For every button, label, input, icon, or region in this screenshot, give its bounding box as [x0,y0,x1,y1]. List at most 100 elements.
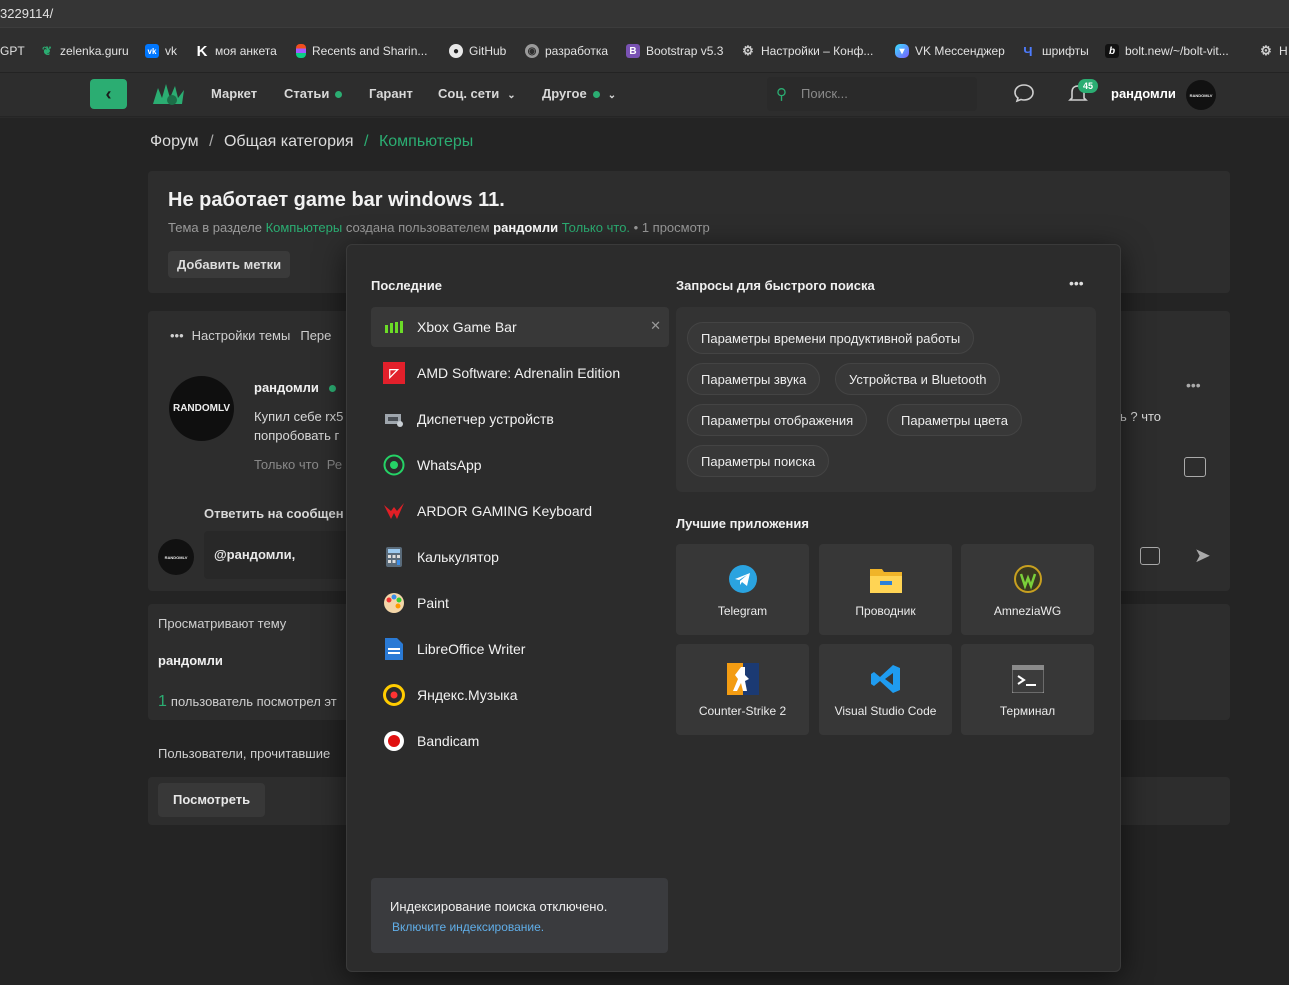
quick-chip-display[interactable]: Параметры отображения [687,404,868,436]
recent-item-amd[interactable]: ◸ AMD Software: Adrenalin Edition [371,353,669,393]
bookmark-label: Настройки – Конф... [761,44,874,58]
nav-articles[interactable]: Статьи [284,86,343,101]
more-options-icon[interactable]: ••• [1069,275,1084,291]
app-tile-cs2[interactable]: Counter-Strike 2 [676,644,809,735]
quote-icon[interactable] [1184,457,1206,477]
breadcrumb-separator: / [209,133,214,150]
recent-item-yandex-music[interactable]: Яндекс.Музыка [371,675,669,715]
view-readers-button[interactable]: Посмотреть [158,783,266,817]
avatar[interactable]: RANDOMLV [1186,80,1216,110]
breadcrumb-general[interactable]: Общая категория [224,133,354,150]
post-more-icon[interactable]: ••• [1186,377,1201,393]
search-input[interactable]: Поиск... [801,86,848,101]
paint-icon [383,592,405,614]
viewer-count: 1 пользователь посмотрел эт [158,693,337,711]
nav-social[interactable]: Соц. сети ⌄ [438,86,516,101]
gear-icon: ⚙ [1260,43,1272,58]
bookmark-bolt[interactable]: b bolt.new/~/bolt-vit... [1105,42,1229,60]
meta-user-link[interactable]: рандомли [493,220,558,235]
bookmark-anketa[interactable]: Kмоя анкета [195,42,277,60]
bookmarks-bar: GPT ❦ zelenka.guru vk vk Kмоя анкета Recen… [0,27,1289,73]
recent-item-xbox-game-bar[interactable]: Xbox Game Bar ✕ [371,307,669,347]
indexing-text: Индексирование поиска отключено. [390,899,608,914]
recent-item-whatsapp[interactable]: WhatsApp [371,445,669,485]
bookmark-figma[interactable]: Recents and Sharin... [296,42,427,60]
recent-label: Xbox Game Bar [417,319,517,335]
viewer-user[interactable]: рандомли [158,653,223,668]
terminal-icon [1011,663,1044,695]
site-logo[interactable] [150,78,188,110]
url-text: 3229114/ [0,6,54,21]
close-icon[interactable]: ✕ [650,318,661,334]
bandicam-icon [383,730,405,752]
ardor-icon [383,500,405,522]
thread-settings[interactable]: ••• Настройки темы Пере [170,328,331,343]
quick-chip-sound[interactable]: Параметры звука [687,363,821,395]
bookmark-label: Н [1279,44,1288,58]
recent-label: ARDOR GAMING Keyboard [417,503,593,519]
recent-item-libreoffice-writer[interactable]: LibreOffice Writer [371,629,669,669]
tile-label: AmneziaWG [993,604,1062,618]
quick-chip-search[interactable]: Параметры поиска [687,445,830,477]
recent-label: LibreOffice Writer [417,641,526,657]
reply-label: Ответить на сообщен [204,506,344,521]
bookmark-zelenka[interactable]: ❦ zelenka.guru [40,42,129,60]
nav-other[interactable]: Другое ⌄ [542,86,616,101]
author-avatar[interactable]: RANDOMLV [169,376,234,441]
app-tile-amneziawg[interactable]: AmneziaWG [961,544,1094,635]
device-manager-icon [383,408,405,430]
bookmark-vk-messenger[interactable]: ▾ VK Мессенджер [895,42,1005,60]
app-tile-explorer[interactable]: Проводник [819,544,952,635]
bookmark-razrabotka[interactable]: ◉ разработка [525,42,608,60]
breadcrumb-separator: / [364,133,369,150]
bookmark-gpt[interactable]: GPT [0,42,25,60]
address-bar[interactable]: 3229114/ [0,0,1289,27]
app-tile-telegram[interactable]: Telegram [676,544,809,635]
send-icon[interactable]: ➤ [1194,543,1211,568]
settings-label: Настройки темы [191,328,291,343]
back-button[interactable]: ‹ [90,79,127,109]
indexing-notice: Индексирование поиска отключено. Включит… [371,878,668,953]
recent-item-paint[interactable]: Paint [371,583,669,623]
nav-garant[interactable]: Гарант [369,86,413,101]
bookmark-settings-conf[interactable]: ⚙ Настройки – Конф... [741,42,873,60]
nav-market[interactable]: Маркет [211,86,257,101]
breadcrumb: Форум / Общая категория / Компьютеры [150,133,473,151]
bookmark-bootstrap[interactable]: B Bootstrap v5.3 [626,42,723,60]
bookmark-vk[interactable]: vk vk [145,42,177,60]
chevron-down-icon: ⌄ [507,90,516,101]
quick-search-panel: Параметры времени продуктивной работы Па… [676,307,1096,492]
count-text: пользователь посмотрел эт [170,694,337,709]
search-box[interactable]: ⚲ Поиск... [767,77,977,111]
bookmark-github[interactable]: ● GitHub [449,42,506,60]
meta-views: • 1 просмотр [633,220,710,235]
app-tile-terminal[interactable]: Терминал [961,644,1094,735]
vk-icon: vk [145,44,159,58]
quick-chip-color[interactable]: Параметры цвета [887,404,1022,436]
recent-item-calculator[interactable]: Калькулятор [371,537,669,577]
bookmark-fonts[interactable]: Чшрифты [1020,42,1088,60]
chat-icon[interactable] [1013,83,1037,105]
recent-item-ardor[interactable]: ARDOR GAMING Keyboard [371,491,669,531]
breadcrumb-forum[interactable]: Форум [150,133,199,150]
breadcrumb-computers[interactable]: Компьютеры [379,133,473,150]
post-author[interactable]: рандомли [254,380,336,395]
recent-item-device-manager[interactable]: Диспетчер устройств [371,399,669,439]
bookmark-more[interactable]: ⚙ Н [1259,42,1288,60]
quick-chip-productivity[interactable]: Параметры времени продуктивной работы [687,322,975,354]
fonts-icon: Ч [1023,43,1033,59]
enable-indexing-link[interactable]: Включите индексирование. [392,920,544,934]
quick-chip-bluetooth[interactable]: Устройства и Bluetooth [835,363,1001,395]
image-icon[interactable] [1140,547,1160,565]
recent-item-bandicam[interactable]: Bandicam [371,721,669,761]
meta-section-link[interactable]: Компьютеры [266,220,343,235]
bookmark-label: GPT [0,44,25,58]
add-tags-button[interactable]: Добавить метки [168,251,291,278]
app-tile-vscode[interactable]: Visual Studio Code [819,644,952,735]
recent-label: Яндекс.Музыка [417,687,518,703]
user-name[interactable]: рандомли [1111,86,1176,101]
recent-title: Последние [371,278,442,293]
nav-label: Другое [542,86,587,101]
amneziawg-icon [1012,563,1044,595]
bootstrap-icon: B [626,44,640,58]
